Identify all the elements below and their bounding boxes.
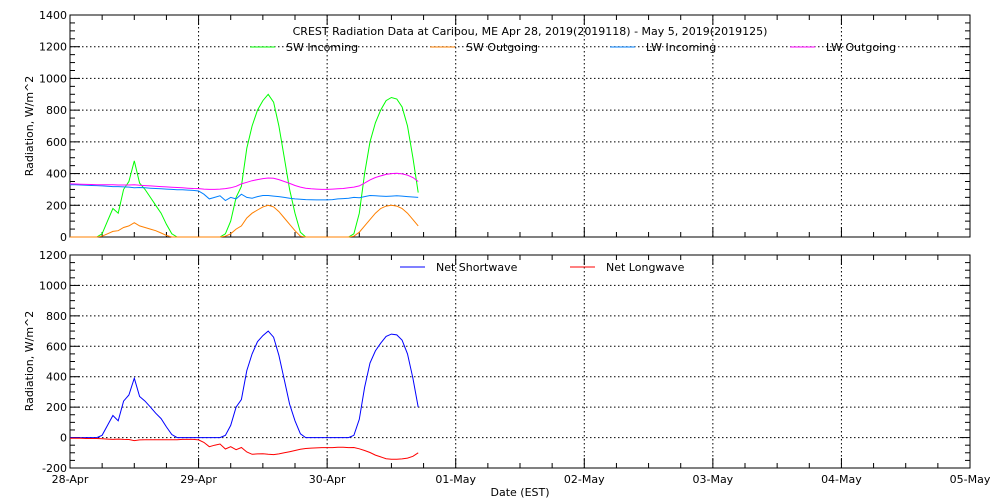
- lower-y-axis-label: Radiation, W/m^2: [23, 311, 36, 412]
- x-tick-label: 04-May: [821, 473, 862, 486]
- y-tick-label: 800: [46, 310, 67, 323]
- legend-label: LW Outgoing: [826, 41, 896, 54]
- y-tick-label: 1000: [39, 279, 67, 292]
- legend-label: SW Outgoing: [466, 41, 538, 54]
- y-tick-label: 200: [46, 199, 67, 212]
- legend-label: SW Incoming: [286, 41, 358, 54]
- x-tick-label: 01-May: [435, 473, 476, 486]
- upper-y-axis-label: Radiation, W/m^2: [23, 76, 36, 177]
- x-tick-label: 03-May: [692, 473, 733, 486]
- legend-label: LW Incoming: [646, 41, 716, 54]
- radiation-chart: 0 200 400 600 800 1000 1200 1400 SW Incoming SW O…: [0, 0, 1000, 500]
- series-line-sw-incoming: [70, 94, 418, 237]
- lower-panel: 28-Apr29-Apr30-Apr01-May02-May03-May04-M…: [39, 249, 991, 486]
- upper-panel: 0 200 400 600 800 1000 1200 1400 SW Incoming SW O…: [39, 9, 970, 244]
- y-tick-label: 1200: [39, 249, 67, 262]
- y-tick-label: 0: [60, 432, 67, 445]
- chart-title: CREST Radiation Data at Caribou, ME Apr …: [293, 25, 768, 38]
- legend-label: Net Shortwave: [436, 261, 518, 274]
- series-line-sw-outgoing: [70, 205, 418, 237]
- series-line-net-longwave: [70, 438, 418, 459]
- series-line-net-shortwave: [70, 331, 418, 438]
- x-tick-label: 05-May: [950, 473, 991, 486]
- y-tick-label: 400: [46, 168, 67, 181]
- y-tick-label: 1000: [39, 72, 67, 85]
- plot-frame: [70, 255, 970, 468]
- y-tick-label: 1400: [39, 9, 67, 22]
- series-line-lw-incoming: [70, 185, 418, 201]
- legend-label: Net Longwave: [606, 261, 685, 274]
- y-tick-label: 600: [46, 340, 67, 353]
- y-tick-label: 200: [46, 401, 67, 414]
- x-tick-label: 29-Apr: [180, 473, 217, 486]
- y-tick-label: 600: [46, 136, 67, 149]
- y-tick-label: 0: [60, 231, 67, 244]
- y-tick-label: 800: [46, 104, 67, 117]
- y-tick-label: 400: [46, 371, 67, 384]
- y-tick-label: 1200: [39, 41, 67, 54]
- y-tick-label: -200: [42, 462, 67, 475]
- x-tick-label: 02-May: [564, 473, 605, 486]
- x-axis-label: Date (EST): [490, 486, 549, 499]
- x-tick-label: 30-Apr: [309, 473, 346, 486]
